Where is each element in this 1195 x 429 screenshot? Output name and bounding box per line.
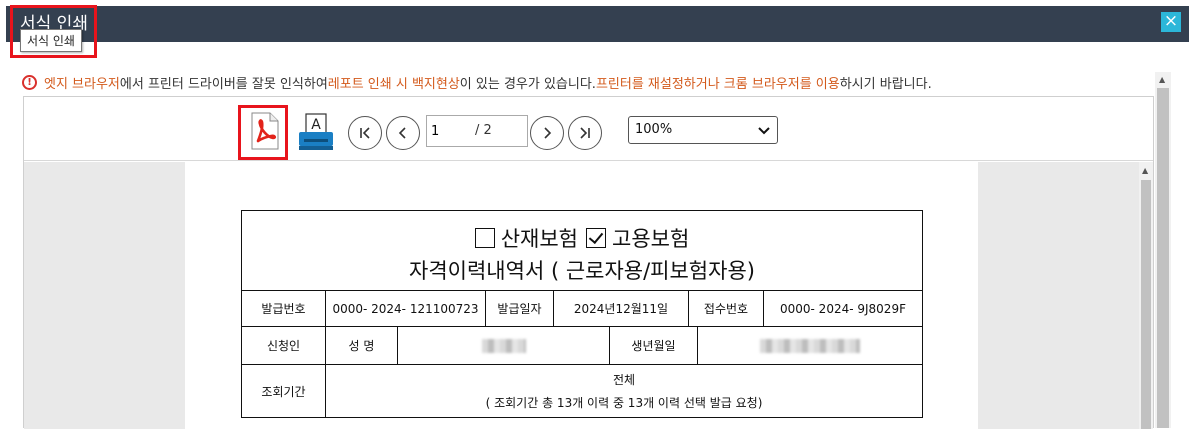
notice-seg-6: 하시기 바랍니다. <box>839 77 932 92</box>
period-row: 조회기간 전체 ( 조회기간 총 13개 이력 중 13개 이력 선택 발급 요… <box>242 365 922 417</box>
chevron-down-icon <box>758 127 770 135</box>
page-total: / 2 <box>475 123 492 138</box>
form-title: 산재보험 고용보험 자격이력내역서 ( 근로자용/피보험자용) <box>242 211 922 291</box>
checkbox-icon-unchecked <box>474 228 495 248</box>
page-input[interactable] <box>429 118 473 144</box>
warning-icon: ! <box>22 75 37 90</box>
pdf-icon <box>251 112 279 150</box>
applicant-label: 신청인 <box>242 327 326 364</box>
print-button[interactable]: A <box>296 112 336 152</box>
applicant-row: 신청인 성 명 생년월일 <box>242 327 922 365</box>
period-value: 전체 <box>612 373 636 387</box>
viewer-toolbar: A / 2 100 <box>24 97 1153 161</box>
issue-row: 발급번호 0000- 2024- 121100723 발급일자 2024년12월… <box>242 291 922 327</box>
notice-seg-2: 에서 프린터 드라이버를 잘못 인식하여 <box>119 77 328 92</box>
redacted-name <box>481 338 526 353</box>
name-value <box>398 327 610 364</box>
redacted-birth <box>760 338 860 353</box>
next-page-button[interactable] <box>530 116 564 150</box>
viewer-scrollbar[interactable]: ▲ <box>1139 162 1153 429</box>
report-page: 산재보험 고용보험 자격이력내역서 ( 근로자용/피보험자용) 발급번호 000… <box>185 162 978 429</box>
close-icon: × <box>1163 11 1179 31</box>
receipt-no-label: 접수번호 <box>689 291 764 326</box>
checkbox-icon-checked <box>586 228 606 248</box>
dialog-scrollbar-thumb[interactable] <box>1157 88 1169 428</box>
period-label: 조회기간 <box>242 365 326 417</box>
first-page-icon <box>360 127 370 139</box>
notice-seg-4: 이 있는 경우가 있습니다. <box>459 77 596 92</box>
dialog-scroll-up-icon[interactable]: ▲ <box>1159 75 1165 84</box>
period-content: 전체 ( 조회기간 총 13개 이력 중 13개 이력 선택 발급 요청) <box>326 365 922 417</box>
chevron-right-icon <box>544 127 552 139</box>
title-industrial-insurance: 산재보험 <box>500 227 578 251</box>
birth-label: 생년월일 <box>610 327 698 364</box>
zoom-value: 100% <box>635 122 673 137</box>
zoom-select[interactable]: 100% <box>628 116 778 144</box>
birth-value <box>698 327 922 364</box>
page-indicator: / 2 <box>426 115 528 147</box>
report-viewer: A / 2 100 <box>23 96 1154 429</box>
printer-icon: A <box>299 113 333 150</box>
receipt-no-value: 0000- 2024- 9J8029F <box>780 301 906 316</box>
last-page-icon <box>580 127 590 139</box>
last-page-button[interactable] <box>568 116 602 150</box>
period-note: ( 조회기간 총 13개 이력 중 13개 이력 선택 발급 요청) <box>485 396 763 410</box>
print-dialog: 서식 인쇄 × 서식 인쇄 ! 엣지 브라우저 에서 프린터 드라이버를 잘못 … <box>0 0 1195 429</box>
prev-page-button[interactable] <box>386 116 420 150</box>
viewer-scrollbar-thumb[interactable] <box>1141 180 1151 429</box>
title-bar: 서식 인쇄 × <box>6 6 1189 42</box>
print-label: A <box>311 117 321 133</box>
dialog-scrollbar[interactable]: ▲ <box>1155 72 1171 428</box>
close-button[interactable]: × <box>1161 12 1181 32</box>
browser-notice: ! 엣지 브라우저 에서 프린터 드라이버를 잘못 인식하여 레포트 인쇄 시 … <box>22 73 932 92</box>
name-label: 성 명 <box>326 327 398 364</box>
notice-seg-1: 엣지 브라우저 <box>44 77 120 92</box>
issue-date-label: 발급일자 <box>486 291 554 326</box>
save-pdf-button[interactable] <box>240 107 286 159</box>
certificate-form: 산재보험 고용보험 자격이력내역서 ( 근로자용/피보험자용) 발급번호 000… <box>241 210 923 418</box>
title-employment-insurance: 고용보험 <box>612 227 690 251</box>
document-area: 산재보험 고용보험 자격이력내역서 ( 근로자용/피보험자용) 발급번호 000… <box>24 162 1139 429</box>
notice-seg-3: 레포트 인쇄 시 백지현상 <box>327 77 460 92</box>
first-page-button[interactable] <box>348 116 382 150</box>
notice-seg-5: 프린터를 재설정하거나 크롬 브라우저를 이용 <box>595 77 840 92</box>
issue-date-value: 2024년12월11일 <box>554 291 689 326</box>
issue-no-label: 발급번호 <box>242 291 326 326</box>
title-tooltip: 서식 인쇄 <box>20 29 82 52</box>
scroll-up-icon[interactable]: ▲ <box>1142 166 1148 175</box>
form-subtitle: 자격이력내역서 ( 근로자용/피보험자용) <box>409 259 755 283</box>
issue-no-value: 0000- 2024- 121100723 <box>326 291 486 326</box>
chevron-left-icon <box>398 127 406 139</box>
